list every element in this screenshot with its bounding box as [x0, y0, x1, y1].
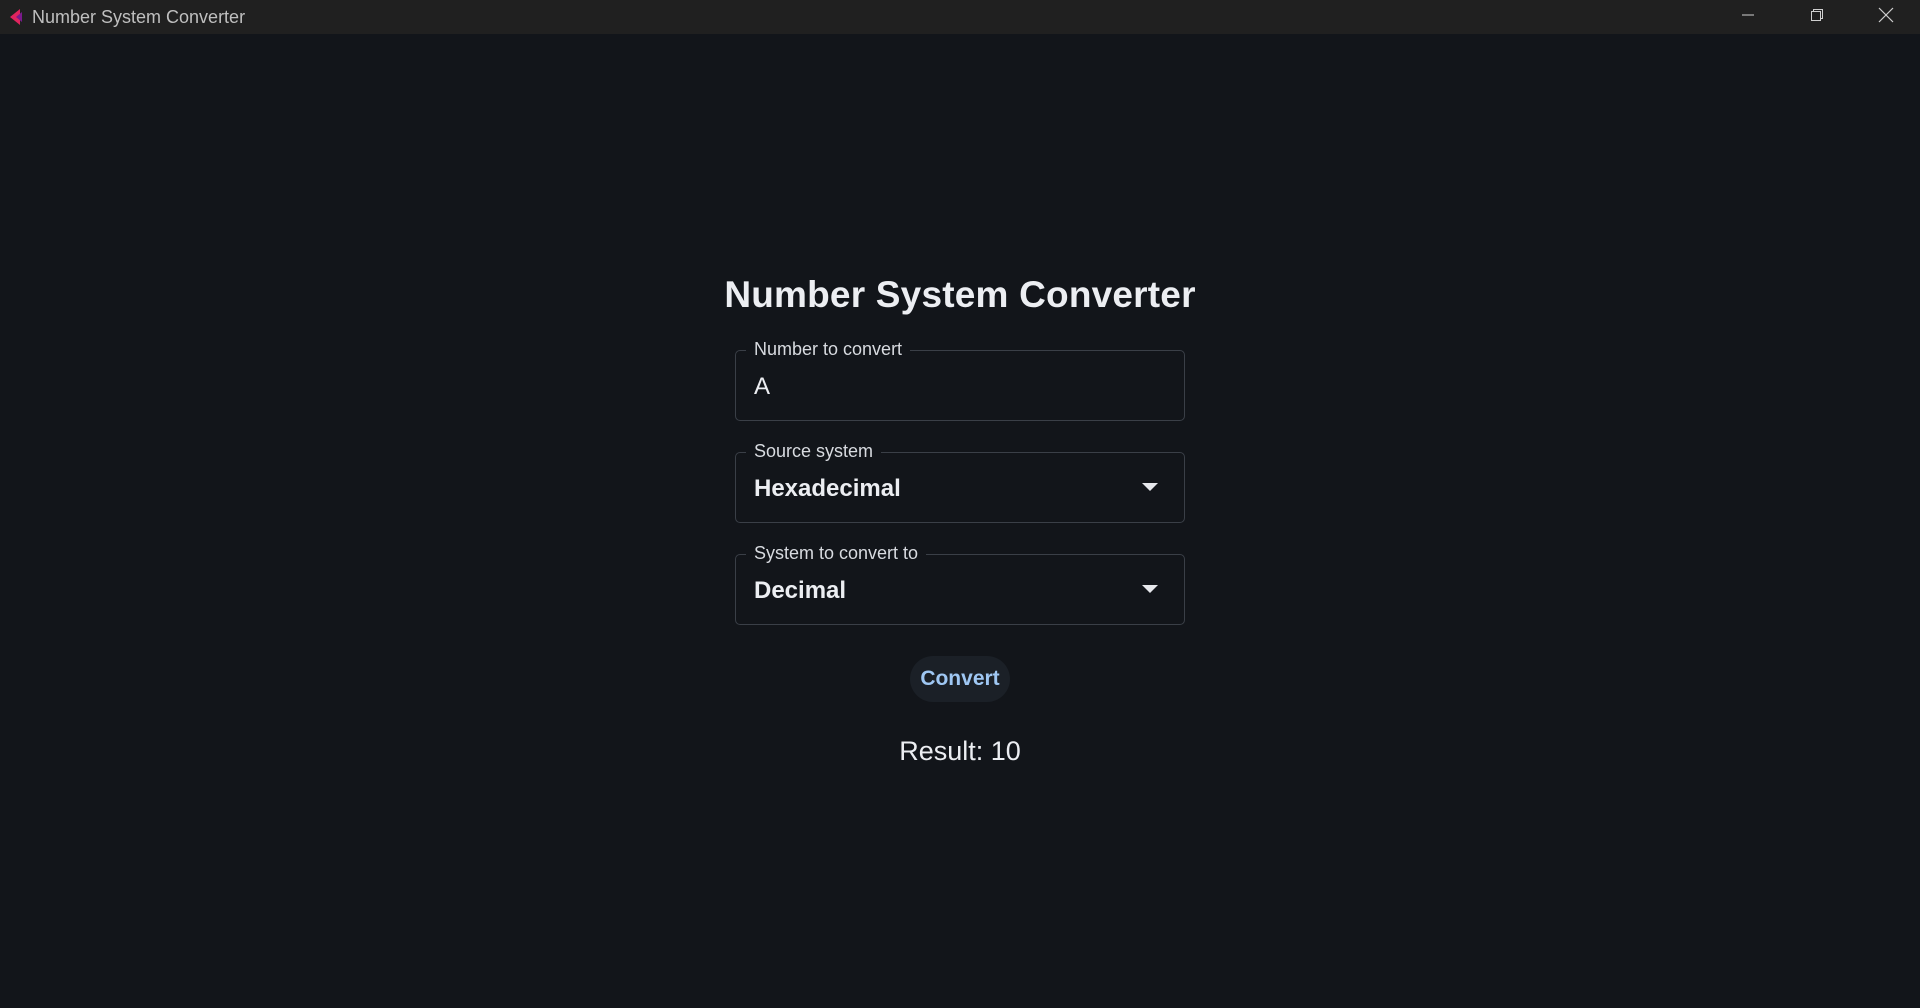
source-system-value: Hexadecimal — [754, 475, 901, 502]
source-system-label: Source system — [746, 440, 882, 462]
main-content: Number System Converter Number to conver… — [0, 34, 1920, 1008]
number-input-value[interactable]: A — [754, 373, 770, 401]
restore-button[interactable] — [1782, 0, 1851, 34]
close-button[interactable] — [1851, 0, 1920, 34]
target-system-select[interactable]: System to convert to Decimal — [735, 542, 1185, 625]
minimize-icon — [1741, 8, 1755, 27]
number-input-field[interactable]: Number to convert A — [735, 338, 1185, 421]
window-titlebar[interactable]: Number System Converter — [0, 0, 1920, 34]
convert-button[interactable]: Convert — [910, 656, 1010, 702]
app-logo-icon — [6, 8, 24, 26]
close-icon — [1878, 7, 1894, 28]
minimize-button[interactable] — [1713, 0, 1782, 34]
page-title: Number System Converter — [724, 274, 1196, 315]
number-input-label: Number to convert — [746, 338, 911, 360]
source-dropdown-arrow-icon[interactable] — [1142, 483, 1158, 491]
target-dropdown-arrow-icon[interactable] — [1142, 585, 1158, 593]
restore-icon — [1810, 8, 1824, 27]
result-text: Result: 10 — [899, 736, 1021, 766]
target-system-label: System to convert to — [746, 542, 927, 564]
source-system-select[interactable]: Source system Hexadecimal — [735, 440, 1185, 523]
target-system-value: Decimal — [754, 577, 847, 604]
window-controls — [1713, 0, 1920, 34]
window-title: Number System Converter — [32, 6, 246, 27]
